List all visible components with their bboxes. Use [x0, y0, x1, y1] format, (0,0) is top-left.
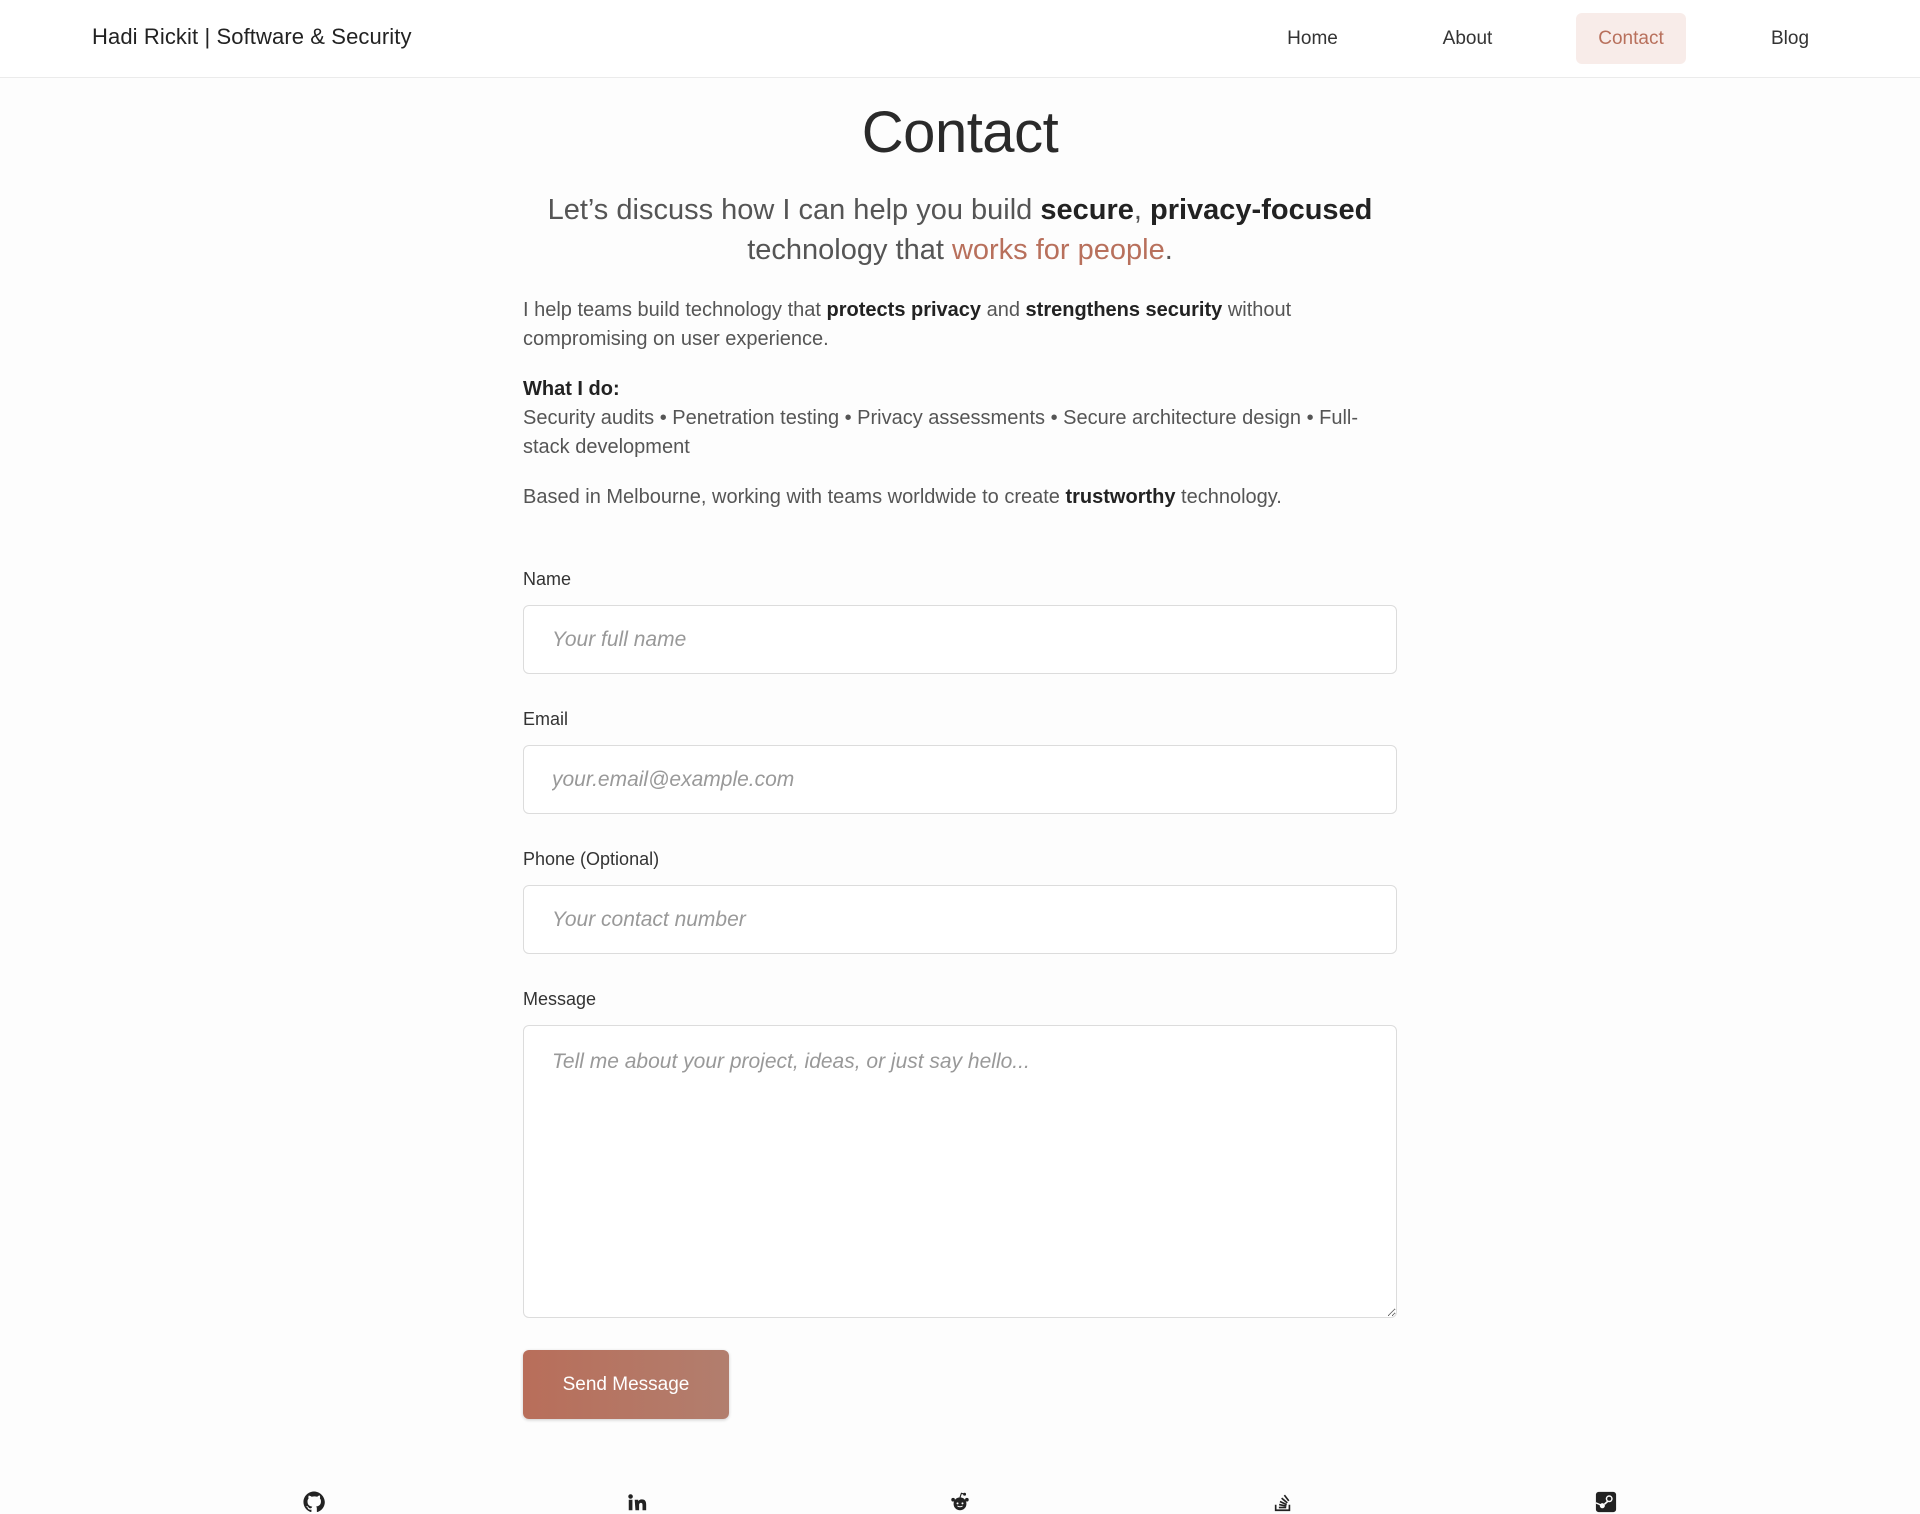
name-input[interactable]	[523, 605, 1397, 674]
what-i-do: What I do: Security audits • Penetration…	[523, 375, 1397, 462]
phone-label: Phone (Optional)	[523, 849, 660, 869]
lead-part1: Let’s discuss how I can help you build	[547, 194, 1041, 226]
main-nav: Home About Contact Blog	[1266, 13, 1832, 64]
intro-text: I help teams build technology that prote…	[523, 296, 1397, 354]
based-trustworthy: trustworthy	[1065, 486, 1176, 508]
github-icon[interactable]	[301, 1490, 327, 1514]
linkedin-icon[interactable]	[624, 1490, 650, 1514]
send-message-button[interactable]: Send Message	[523, 1350, 729, 1419]
nav-contact[interactable]: Contact	[1576, 13, 1686, 64]
lead-comma: ,	[1133, 194, 1150, 226]
phone-input[interactable]	[523, 885, 1397, 954]
what-list: Security audits • Penetration testing • …	[523, 407, 1359, 458]
site-brand[interactable]: Hadi Rickit | Software & Security	[92, 24, 412, 50]
stack-overflow-icon[interactable]	[1270, 1490, 1296, 1514]
nav-blog[interactable]: Blog	[1748, 13, 1832, 64]
message-label: Message	[523, 989, 597, 1009]
lead-people: works for people	[951, 234, 1165, 266]
email-label: Email	[523, 709, 569, 729]
lead-text: Let’s discuss how I can help you build s…	[523, 190, 1397, 270]
lead-privacy: privacy-focused	[1149, 194, 1373, 226]
based-text: Based in Melbourne, working with teams w…	[523, 483, 1397, 512]
intro-protects: protects privacy	[826, 299, 982, 321]
what-title: What I do:	[523, 378, 620, 400]
contact-main: Contact Let’s discuss how I can help you…	[523, 98, 1397, 1419]
based-part1: Based in Melbourne, working with teams w…	[523, 486, 1066, 508]
message-textarea[interactable]	[523, 1025, 1397, 1318]
page-title: Contact	[861, 100, 1059, 165]
contact-form: Name Email Phone (Optional) Message Send…	[523, 568, 1397, 1419]
site-header: Hadi Rickit | Software & Security Home A…	[0, 0, 1920, 78]
based-part2: technology.	[1175, 486, 1282, 508]
email-input[interactable]	[523, 745, 1397, 814]
intro-and: and	[981, 299, 1026, 321]
reddit-icon[interactable]	[947, 1490, 973, 1514]
intro-strengthens: strengthens security	[1025, 299, 1223, 321]
lead-end: .	[1164, 234, 1173, 266]
nav-home[interactable]: Home	[1266, 13, 1359, 64]
name-label: Name	[523, 569, 572, 589]
lead-part2: technology that	[747, 234, 952, 266]
steam-icon[interactable]	[1593, 1490, 1619, 1514]
nav-about[interactable]: About	[1421, 13, 1514, 64]
intro-part1: I help teams build technology that	[523, 299, 827, 321]
social-links	[0, 1490, 1920, 1514]
lead-secure: secure	[1040, 194, 1134, 226]
